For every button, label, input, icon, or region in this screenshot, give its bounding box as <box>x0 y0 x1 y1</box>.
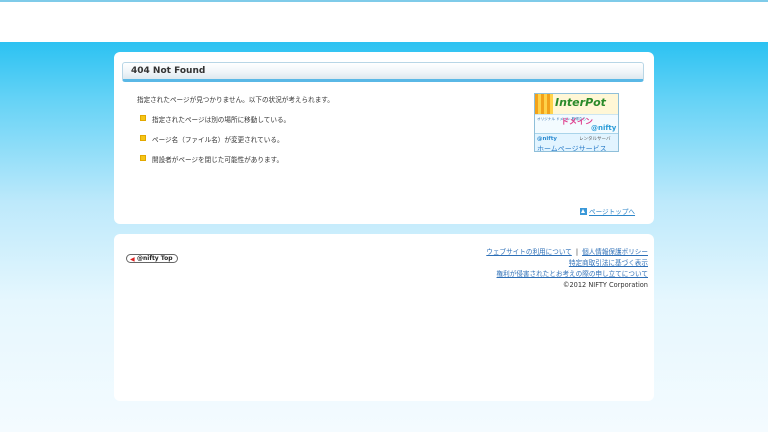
page-top-link[interactable]: ページトップへ <box>589 208 635 216</box>
reason-list: 指定されたページは別の場所に移動している。 ページ名（ファイル名）が変更されてい… <box>140 114 290 174</box>
banner-interpot-section[interactable]: InterPot <box>535 94 618 114</box>
reason-text: 指定されたページは別の場所に移動している。 <box>152 116 291 124</box>
reason-text: 開設者がページを閉じた可能性があります。 <box>152 156 284 164</box>
interpot-domain-banner[interactable]: InterPot オリジナル ドメイン 取得なら ドメイン @nifty @ni… <box>534 93 619 152</box>
arrow-up-icon <box>580 208 587 215</box>
banner-nifty-logo: @nifty <box>591 124 617 132</box>
banner-domain-text: ドメイン <box>561 117 593 126</box>
page-title-bar: 404 Not Found <box>122 62 644 82</box>
banner-nifty-logo-small: @nifty <box>537 136 557 142</box>
bullet-square-icon <box>140 135 146 141</box>
list-item: 指定されたページは別の場所に移動している。 <box>140 114 290 134</box>
bullet-square-icon <box>140 115 146 121</box>
list-item: 開設者がページを閉じた可能性があります。 <box>140 154 290 174</box>
privacy-policy-link[interactable]: 個人情報保護ポリシー <box>582 248 648 256</box>
page-top-link-wrap[interactable]: ページトップへ <box>580 206 635 216</box>
banner-domain-section[interactable]: オリジナル ドメイン 取得なら ドメイン @nifty <box>535 114 618 134</box>
commerce-law-link[interactable]: 特定商取引法に基づく表示 <box>569 259 648 267</box>
banner-grid-icon <box>535 94 553 114</box>
main-content-panel: 404 Not Found 指定されたページが見つかりません。以下の状況が考えら… <box>114 52 654 224</box>
footer-links: ウェブサイトの利用について | 個人情報保護ポリシー 特定商取引法に基づく表示 権利… <box>486 247 648 291</box>
top-header-bar <box>0 0 768 42</box>
banner-hp-service-text: ホームページサービス <box>537 145 607 152</box>
interpot-logo: InterPot <box>555 96 606 109</box>
rights-infringement-link[interactable]: 権利が侵害されたとお考えの際の申し立てについて <box>497 270 648 278</box>
list-item: ページ名（ファイル名）が変更されている。 <box>140 134 290 154</box>
link-separator: | <box>575 248 579 256</box>
banner-hp-service-section[interactable]: @nifty レンタルサーバ ホームページサービス <box>535 133 618 152</box>
bullet-square-icon <box>140 155 146 161</box>
terms-of-use-link[interactable]: ウェブサイトの利用について <box>486 248 572 256</box>
reason-text: ページ名（ファイル名）が変更されている。 <box>152 136 284 144</box>
nifty-top-label: @nifty Top <box>137 255 173 262</box>
copyright-text: ©2012 NIFTY Corporation <box>562 281 648 289</box>
triangle-left-icon: ◀ <box>130 256 135 263</box>
page-title: 404 Not Found <box>131 66 206 76</box>
footer-panel: ◀ @nifty Top ウェブサイトの利用について | 個人情報保護ポリシー 特定… <box>114 234 654 401</box>
banner-rental-text: レンタルサーバ <box>579 137 611 142</box>
nifty-top-button[interactable]: ◀ @nifty Top <box>126 254 178 263</box>
lead-text: 指定されたページが見つかりません。以下の状況が考えられます。 <box>137 96 334 104</box>
